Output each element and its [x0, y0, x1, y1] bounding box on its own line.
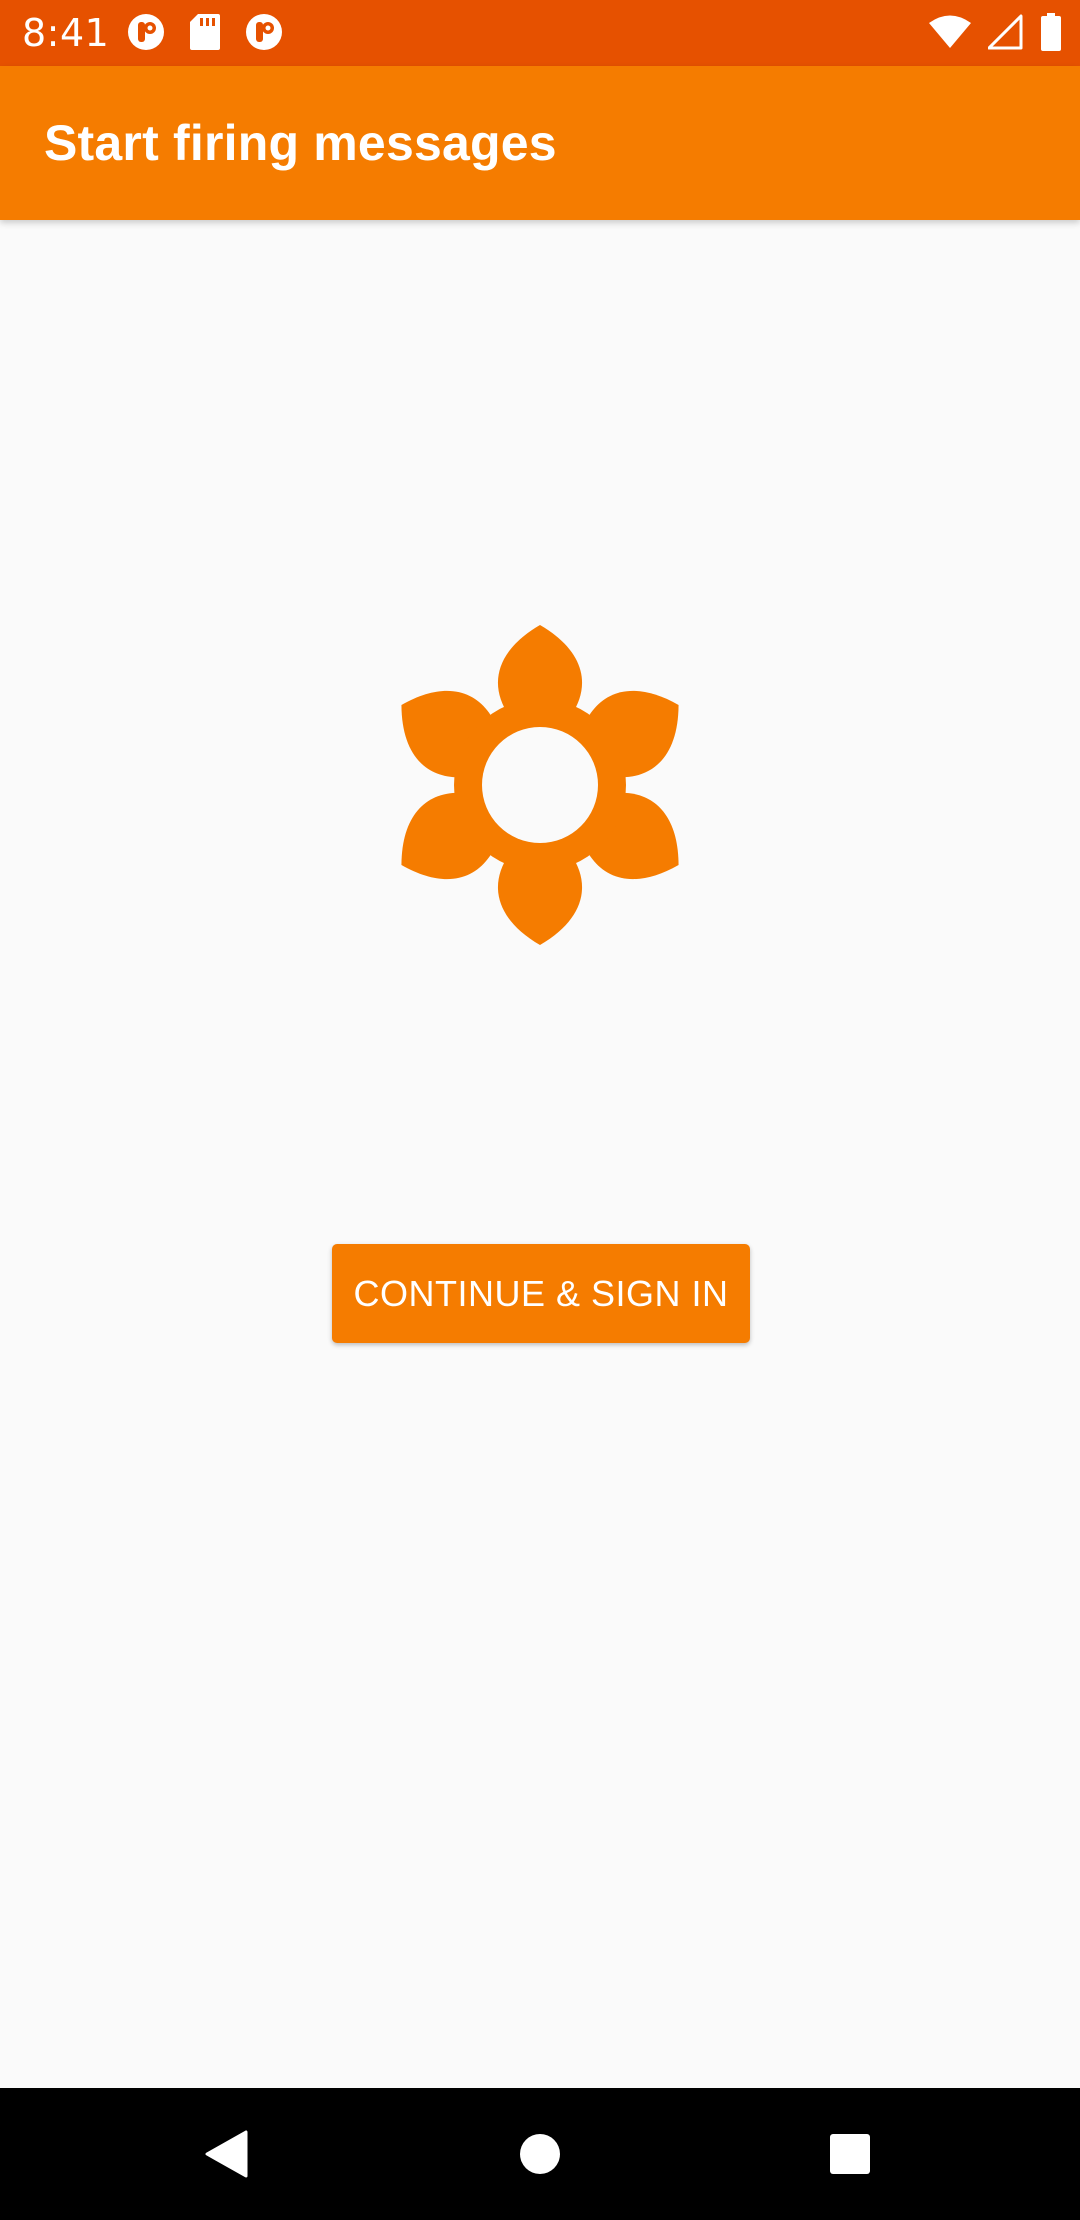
- home-icon[interactable]: [500, 2114, 580, 2194]
- continue-sign-in-button[interactable]: CONTINUE & SIGN IN: [332, 1244, 750, 1343]
- page-title: Start firing messages: [44, 115, 557, 171]
- cell-signal-icon: [987, 14, 1024, 55]
- wifi-icon: [928, 14, 972, 55]
- navigation-bar: [0, 2088, 1080, 2220]
- battery-icon: [1040, 12, 1062, 56]
- pinterest-icon: [244, 12, 284, 57]
- pinterest-icon: [126, 12, 166, 57]
- back-icon[interactable]: [186, 2114, 266, 2194]
- flower-icon: [398, 622, 682, 948]
- sd-card-icon: [188, 12, 222, 57]
- status-time: 8:41: [22, 11, 110, 55]
- recents-icon[interactable]: [810, 2114, 890, 2194]
- status-bar: 8:41: [0, 0, 1080, 66]
- app-bar: Start firing messages: [0, 66, 1080, 220]
- app-screen: 8:41 Start firing messages CONTINUE & SI…: [0, 0, 1080, 2220]
- notification-icons: [126, 12, 284, 57]
- system-icons: [928, 12, 1062, 56]
